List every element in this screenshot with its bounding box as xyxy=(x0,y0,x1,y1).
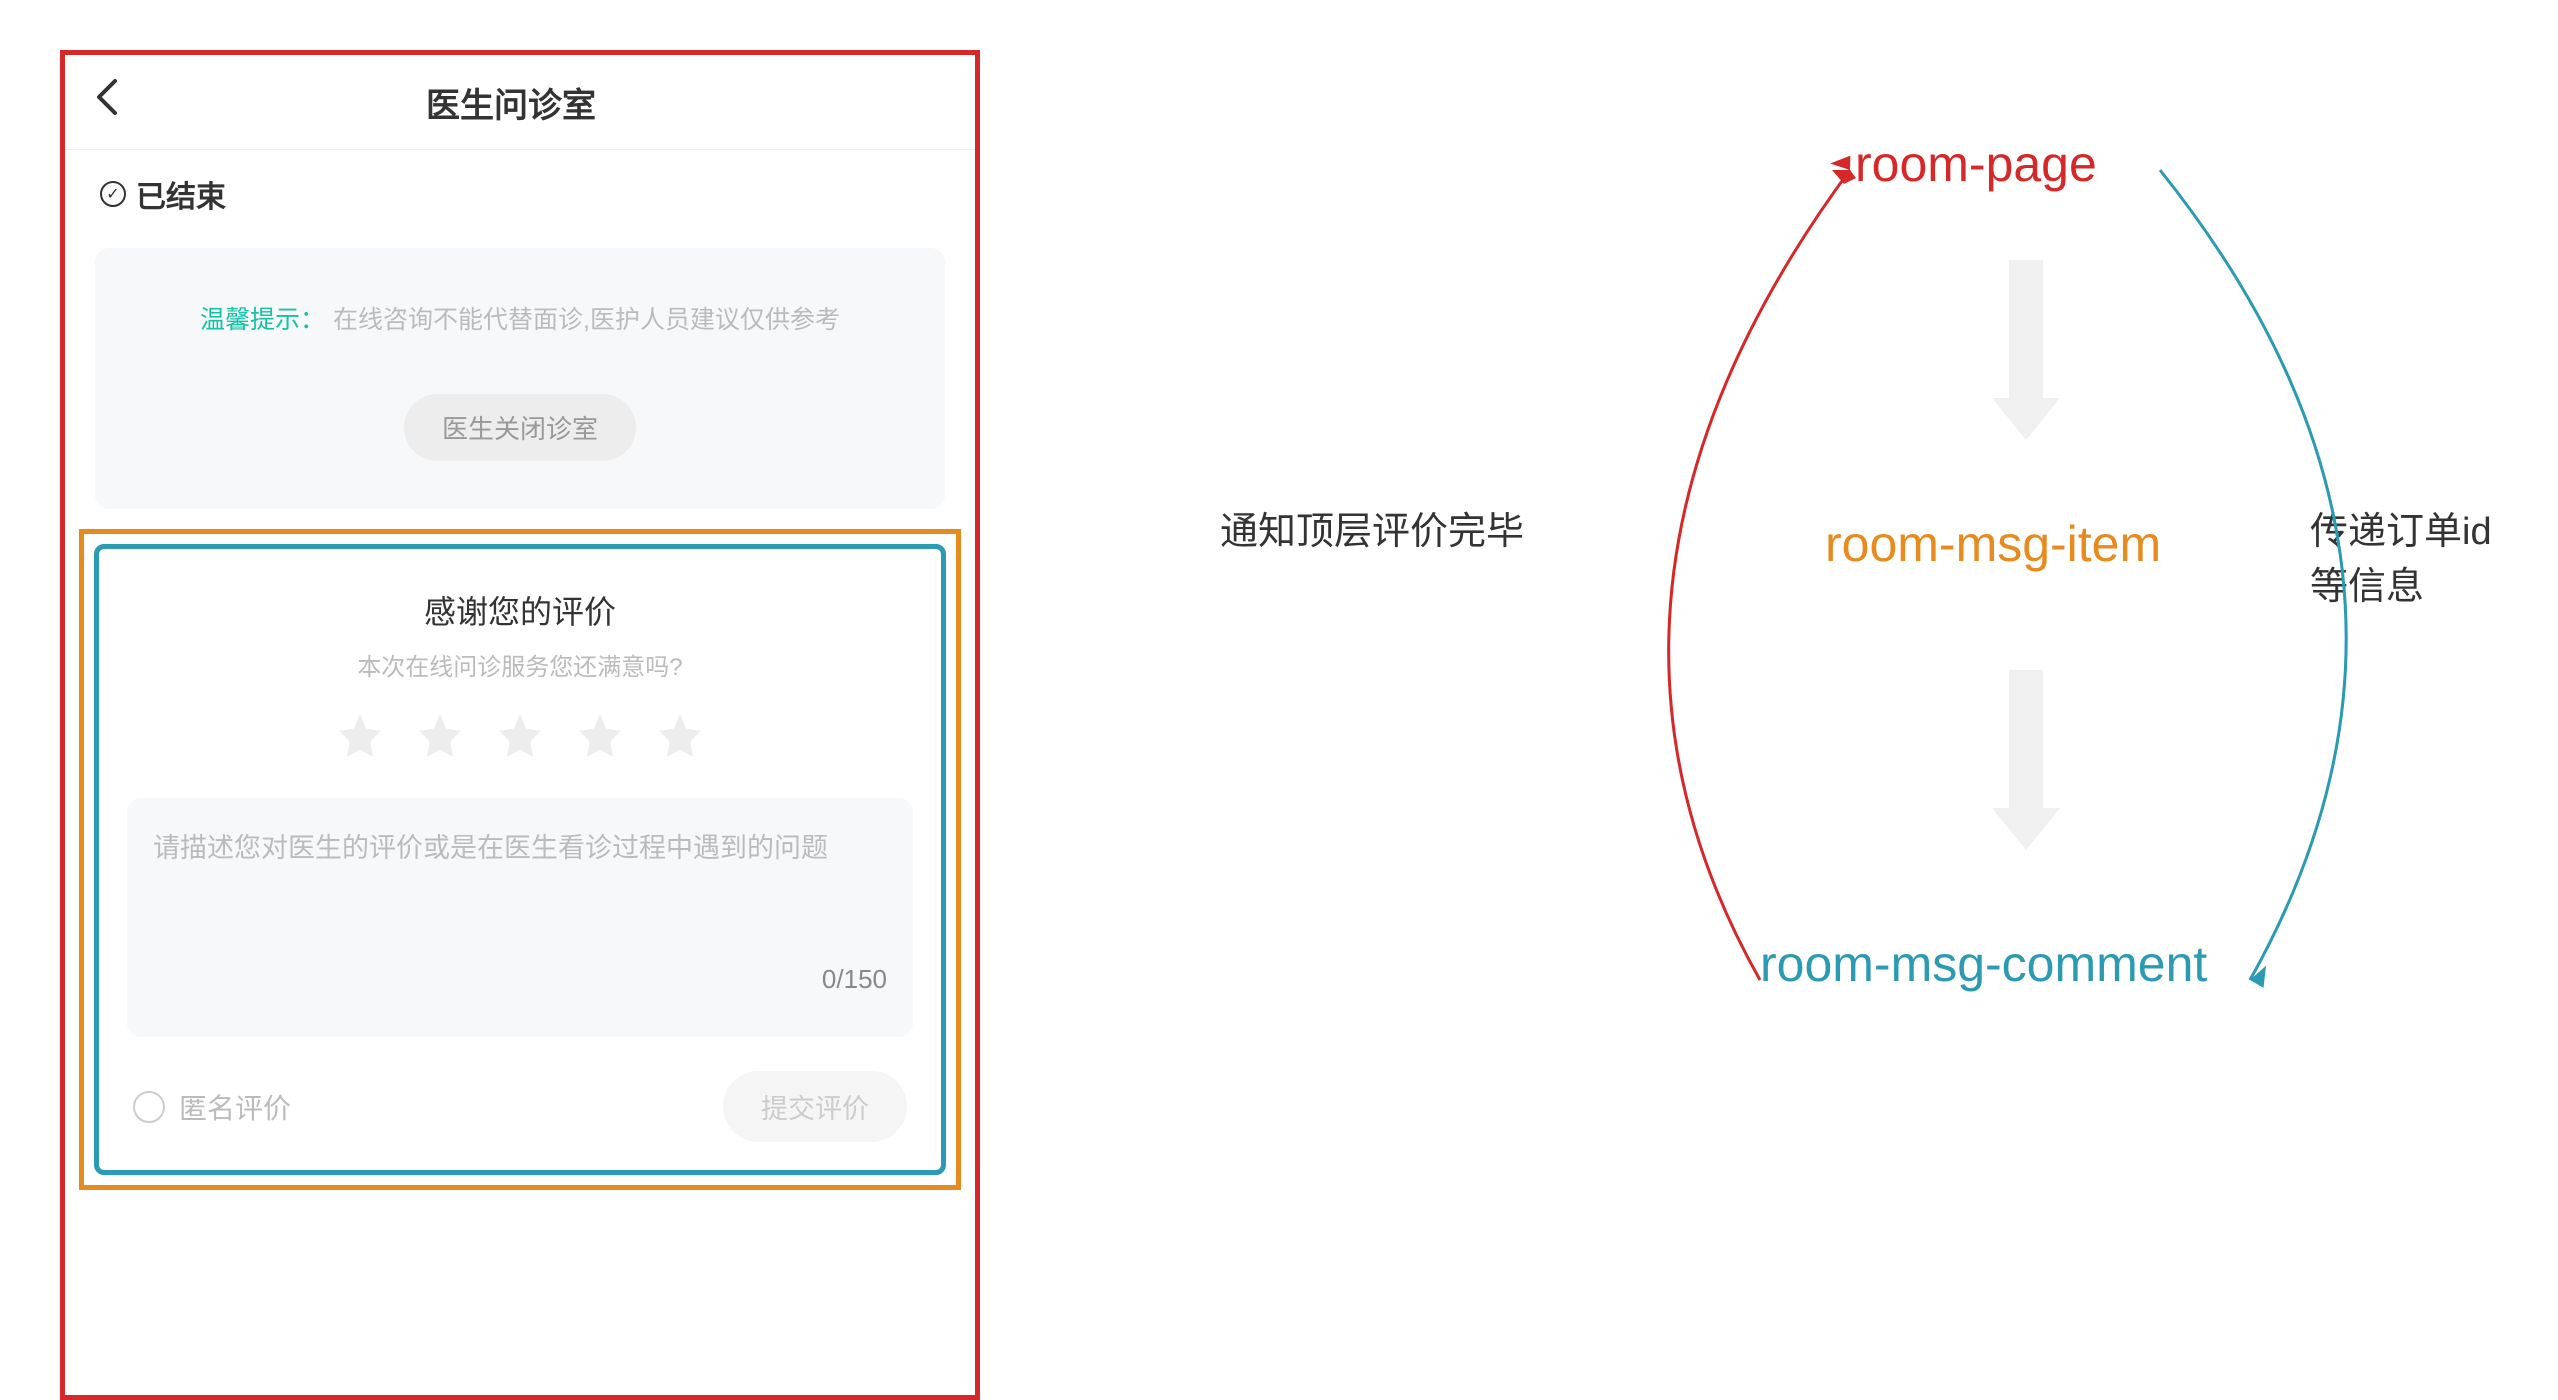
radio-circle-icon xyxy=(133,1091,165,1123)
annotation-left: 通知顶层评价完毕 xyxy=(1220,500,1524,555)
anonymous-checkbox[interactable]: 匿名评价 xyxy=(133,1087,291,1127)
doctor-closed-pill: 医生关闭诊室 xyxy=(404,394,636,461)
node-room-page: room-page xyxy=(1855,135,2097,193)
star-icon[interactable] xyxy=(335,710,385,760)
anonymous-label: 匿名评价 xyxy=(179,1087,291,1127)
char-count: 0/150 xyxy=(153,964,887,995)
annotation-right: 传递订单id等信息 xyxy=(2310,500,2500,610)
status-row: ✓ 已结束 xyxy=(65,150,975,238)
room-msg-comment-container: 感谢您的评价 本次在线问诊服务您还满意吗? xyxy=(94,544,946,1175)
arrow-down-icon xyxy=(2000,260,2052,440)
tip-card: 温馨提示： 在线咨询不能代替面诊,医护人员建议仅供参考 医生关闭诊室 xyxy=(95,248,945,509)
node-room-msg-item: room-msg-item xyxy=(1825,515,2161,573)
textarea-placeholder: 请描述您对医生的评价或是在医生看诊过程中遇到的问题 xyxy=(153,826,887,916)
arrow-down-icon xyxy=(2000,670,2052,850)
rating-stars xyxy=(127,710,913,760)
tip-text: 在线咨询不能代替面诊,医护人员建议仅供参考 xyxy=(333,300,840,336)
comment-textarea[interactable]: 请描述您对医生的评价或是在医生看诊过程中遇到的问题 0/150 xyxy=(127,798,913,1037)
component-diagram: room-page room-msg-item room-msg-comment… xyxy=(1100,75,2500,1125)
node-room-msg-comment: room-msg-comment xyxy=(1760,935,2207,993)
star-icon[interactable] xyxy=(495,710,545,760)
star-icon[interactable] xyxy=(415,710,465,760)
star-icon[interactable] xyxy=(575,710,625,760)
curve-arrow-left xyxy=(1520,140,1890,1010)
room-msg-item-container: 感谢您的评价 本次在线问诊服务您还满意吗? xyxy=(79,529,961,1190)
comment-footer: 匿名评价 提交评价 xyxy=(127,1071,913,1142)
comment-subtitle: 本次在线问诊服务您还满意吗? xyxy=(127,647,913,682)
room-page-container: 医生问诊室 ✓ 已结束 温馨提示： 在线咨询不能代替面诊,医护人员建议仅供参考 … xyxy=(60,50,980,1400)
tip-row: 温馨提示： 在线咨询不能代替面诊,医护人员建议仅供参考 xyxy=(125,300,915,336)
submit-button[interactable]: 提交评价 xyxy=(723,1071,907,1142)
star-icon[interactable] xyxy=(655,710,705,760)
comment-title: 感谢您的评价 xyxy=(127,587,913,633)
check-circle-icon: ✓ xyxy=(100,181,126,207)
back-icon[interactable] xyxy=(95,78,117,126)
page-title: 医生问诊室 xyxy=(117,78,905,127)
status-text: 已结束 xyxy=(136,172,226,216)
tip-label: 温馨提示： xyxy=(200,300,325,336)
phone-header: 医生问诊室 xyxy=(65,55,975,150)
